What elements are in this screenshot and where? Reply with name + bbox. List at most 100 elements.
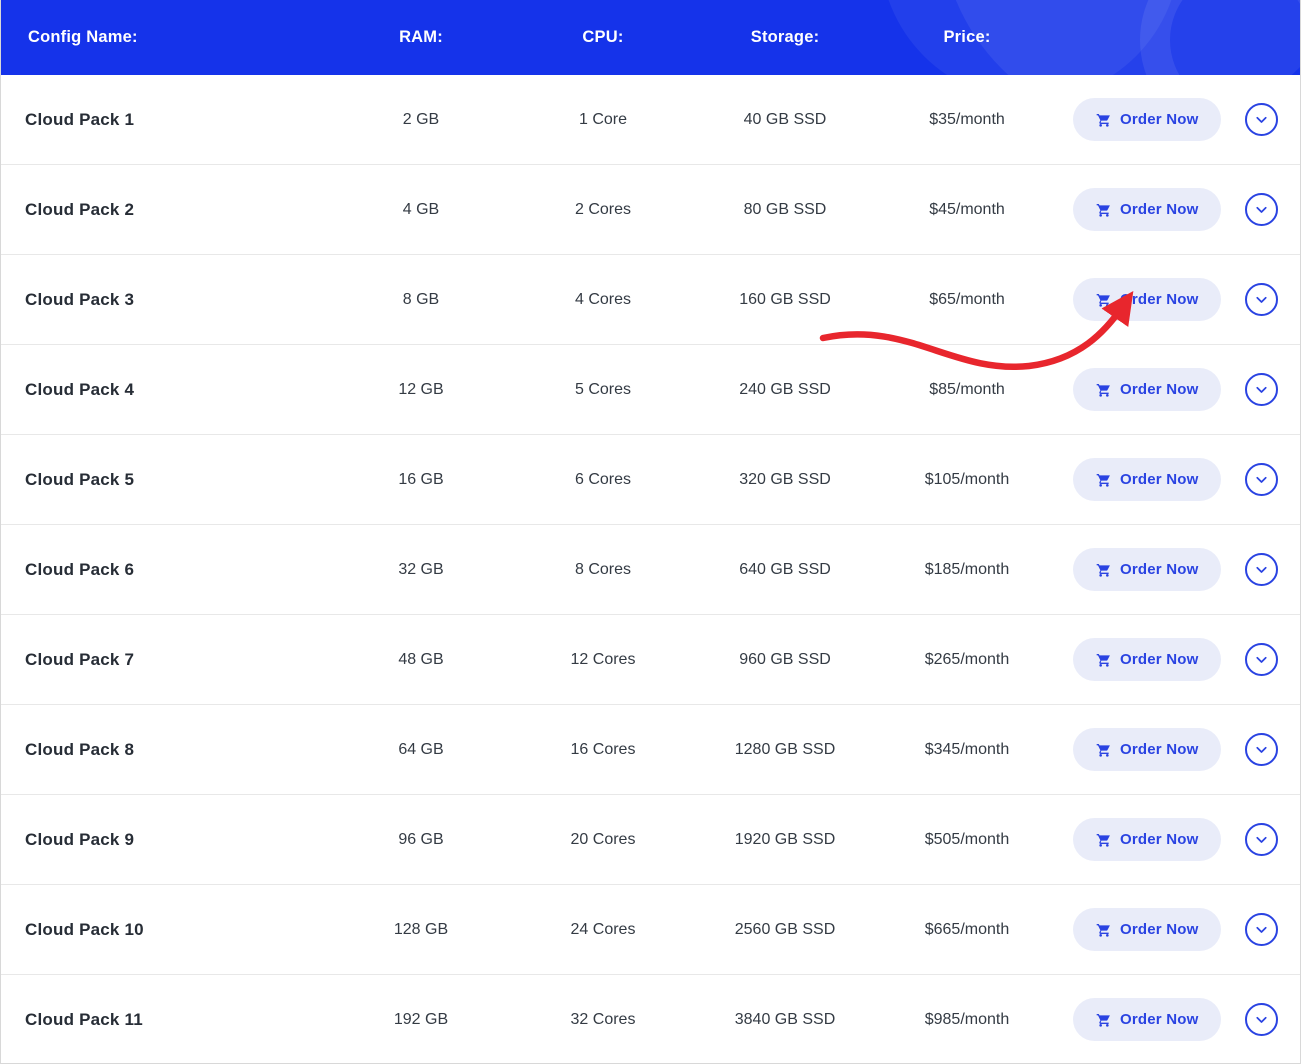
cpu-value: 2 Cores bbox=[574, 200, 632, 218]
expand-row-button[interactable] bbox=[1245, 373, 1279, 406]
price-value: $105/month bbox=[924, 470, 1010, 488]
order-now-label: Order Now bbox=[1120, 111, 1199, 128]
table-row: Cloud Pack 4 12 GB 5 Cores 240 GB SSD $8… bbox=[1, 345, 1300, 435]
row-actions: Order Now bbox=[1059, 998, 1300, 1041]
order-now-button[interactable]: Order Now bbox=[1073, 818, 1222, 861]
order-now-button[interactable]: Order Now bbox=[1073, 908, 1222, 951]
decorative-ring bbox=[1140, 0, 1300, 75]
ram-value: 96 GB bbox=[398, 830, 444, 848]
config-name: Cloud Pack 9 bbox=[25, 829, 135, 849]
expand-row-button[interactable] bbox=[1245, 823, 1279, 856]
chevron-down-icon bbox=[1253, 381, 1270, 398]
order-now-label: Order Now bbox=[1120, 1011, 1199, 1028]
ram-value: 64 GB bbox=[398, 740, 444, 758]
row-actions: Order Now bbox=[1059, 818, 1300, 861]
order-now-button[interactable]: Order Now bbox=[1073, 998, 1222, 1041]
shopping-cart-icon bbox=[1096, 652, 1112, 668]
order-now-button[interactable]: Order Now bbox=[1073, 458, 1222, 501]
order-now-button[interactable]: Order Now bbox=[1073, 188, 1222, 231]
chevron-down-icon bbox=[1253, 471, 1270, 488]
cpu-value: 20 Cores bbox=[570, 830, 636, 848]
cpu-value: 32 Cores bbox=[570, 1010, 636, 1028]
order-now-label: Order Now bbox=[1120, 201, 1199, 218]
column-header-price: Price: bbox=[943, 28, 991, 46]
table-row: Cloud Pack 6 32 GB 8 Cores 640 GB SSD $1… bbox=[1, 525, 1300, 615]
expand-row-button[interactable] bbox=[1245, 283, 1279, 316]
table-row: Cloud Pack 9 96 GB 20 Cores 1920 GB SSD … bbox=[1, 795, 1300, 885]
pricing-table: Config Name: RAM: CPU: Storage: Price: C… bbox=[0, 0, 1301, 1064]
config-name: Cloud Pack 1 bbox=[25, 109, 135, 129]
table-row: Cloud Pack 11 192 GB 32 Cores 3840 GB SS… bbox=[1, 975, 1300, 1063]
chevron-down-icon bbox=[1253, 561, 1270, 578]
order-now-button[interactable]: Order Now bbox=[1073, 728, 1222, 771]
table-row: Cloud Pack 2 4 GB 2 Cores 80 GB SSD $45/… bbox=[1, 165, 1300, 255]
expand-row-button[interactable] bbox=[1245, 193, 1279, 226]
price-value: $985/month bbox=[924, 1010, 1010, 1028]
config-name: Cloud Pack 10 bbox=[25, 919, 144, 939]
storage-value: 240 GB SSD bbox=[739, 380, 831, 398]
ram-value: 8 GB bbox=[402, 290, 440, 308]
expand-row-button[interactable] bbox=[1245, 463, 1279, 496]
expand-row-button[interactable] bbox=[1245, 733, 1279, 766]
order-now-button[interactable]: Order Now bbox=[1073, 638, 1222, 681]
config-name: Cloud Pack 3 bbox=[25, 289, 135, 309]
shopping-cart-icon bbox=[1096, 472, 1112, 488]
storage-value: 160 GB SSD bbox=[739, 290, 831, 308]
table-row: Cloud Pack 8 64 GB 16 Cores 1280 GB SSD … bbox=[1, 705, 1300, 795]
ram-value: 48 GB bbox=[398, 650, 444, 668]
order-now-label: Order Now bbox=[1120, 381, 1199, 398]
storage-value: 40 GB SSD bbox=[743, 110, 827, 128]
price-value: $45/month bbox=[929, 200, 1005, 218]
row-actions: Order Now bbox=[1059, 908, 1300, 951]
price-value: $65/month bbox=[929, 290, 1005, 308]
table-row: Cloud Pack 3 8 GB 4 Cores 160 GB SSD $65… bbox=[1, 255, 1300, 345]
cpu-value: 4 Cores bbox=[574, 290, 632, 308]
order-now-button[interactable]: Order Now bbox=[1073, 98, 1222, 141]
shopping-cart-icon bbox=[1096, 292, 1112, 308]
storage-value: 640 GB SSD bbox=[739, 560, 831, 578]
expand-row-button[interactable] bbox=[1245, 1003, 1279, 1036]
price-value: $345/month bbox=[924, 740, 1010, 758]
config-name: Cloud Pack 7 bbox=[25, 649, 135, 669]
order-now-button[interactable]: Order Now bbox=[1073, 548, 1222, 591]
chevron-down-icon bbox=[1253, 291, 1270, 308]
cpu-value: 12 Cores bbox=[570, 650, 636, 668]
cpu-value: 24 Cores bbox=[570, 920, 636, 938]
order-now-button[interactable]: Order Now bbox=[1073, 278, 1222, 321]
shopping-cart-icon bbox=[1096, 382, 1112, 398]
config-name: Cloud Pack 5 bbox=[25, 469, 135, 489]
config-name: Cloud Pack 2 bbox=[25, 199, 135, 219]
cpu-value: 16 Cores bbox=[570, 740, 636, 758]
price-value: $185/month bbox=[924, 560, 1010, 578]
order-now-label: Order Now bbox=[1120, 291, 1199, 308]
price-value: $265/month bbox=[924, 650, 1010, 668]
table-header: Config Name: RAM: CPU: Storage: Price: bbox=[1, 0, 1300, 75]
row-actions: Order Now bbox=[1059, 278, 1300, 321]
cpu-value: 1 Core bbox=[578, 110, 628, 128]
shopping-cart-icon bbox=[1096, 202, 1112, 218]
storage-value: 80 GB SSD bbox=[743, 200, 827, 218]
storage-value: 1280 GB SSD bbox=[734, 740, 836, 758]
order-now-label: Order Now bbox=[1120, 471, 1199, 488]
row-actions: Order Now bbox=[1059, 458, 1300, 501]
chevron-down-icon bbox=[1253, 201, 1270, 218]
ram-value: 12 GB bbox=[398, 380, 444, 398]
row-actions: Order Now bbox=[1059, 188, 1300, 231]
storage-value: 960 GB SSD bbox=[739, 650, 831, 668]
storage-value: 1920 GB SSD bbox=[734, 830, 836, 848]
chevron-down-icon bbox=[1253, 651, 1270, 668]
expand-row-button[interactable] bbox=[1245, 913, 1279, 946]
storage-value: 3840 GB SSD bbox=[734, 1010, 836, 1028]
storage-value: 2560 GB SSD bbox=[734, 920, 836, 938]
expand-row-button[interactable] bbox=[1245, 103, 1279, 136]
order-now-button[interactable]: Order Now bbox=[1073, 368, 1222, 411]
ram-value: 128 GB bbox=[393, 920, 449, 938]
order-now-label: Order Now bbox=[1120, 741, 1199, 758]
config-name: Cloud Pack 6 bbox=[25, 559, 135, 579]
price-value: $85/month bbox=[929, 380, 1005, 398]
row-actions: Order Now bbox=[1059, 368, 1300, 411]
column-header-cpu: CPU: bbox=[582, 28, 624, 46]
expand-row-button[interactable] bbox=[1245, 553, 1279, 586]
expand-row-button[interactable] bbox=[1245, 643, 1279, 676]
cpu-value: 6 Cores bbox=[574, 470, 632, 488]
